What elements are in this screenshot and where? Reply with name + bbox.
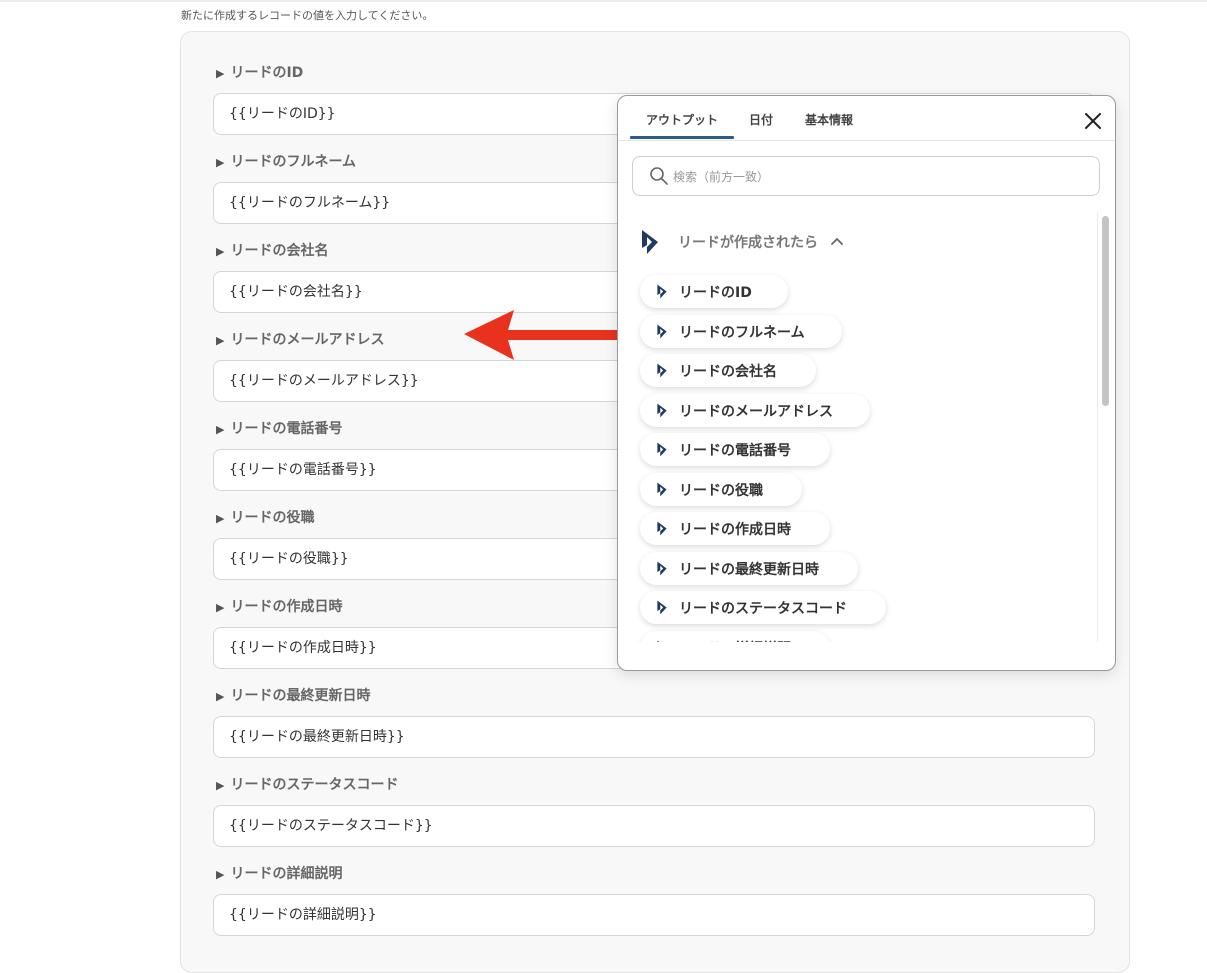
expand-triangle-icon: ▶	[216, 690, 225, 703]
field-input[interactable]: {{リードの最終更新日時}}	[213, 716, 1095, 758]
output-list: リードが作成されたら リードのID リードのフルネーム リードの会社名リードのメール…	[618, 206, 1098, 642]
output-chip[interactable]: リードのメールアドレス	[640, 393, 870, 427]
field-label[interactable]: ▶ リードの作成日時	[216, 597, 342, 617]
dynamics-logo-icon	[657, 561, 667, 575]
field-label[interactable]: ▶ リードの役職	[216, 508, 314, 528]
search-icon	[650, 167, 668, 185]
field-label[interactable]: ▶ リードのメールアドレス	[216, 330, 384, 350]
expand-triangle-icon: ▶	[216, 779, 225, 792]
field-label-text: リードの詳細説明	[230, 866, 343, 882]
output-chip[interactable]: リードの作成日時	[640, 512, 830, 545]
expand-triangle-icon: ▶	[216, 245, 225, 258]
top-divider	[0, 0, 1207, 2]
output-chip-label: リードのID	[679, 285, 752, 301]
field-label-text: リードの役職	[230, 510, 315, 526]
output-chip-label: リードのフルネーム	[679, 324, 805, 341]
output-chip-label: リードの役職	[679, 482, 763, 499]
expand-triangle-icon: ▶	[216, 512, 225, 525]
tab-date[interactable]: 日付	[749, 111, 773, 128]
field-label-text: リードの作成日時	[230, 599, 343, 615]
close-button[interactable]	[1081, 109, 1105, 133]
dynamics-logo-icon	[657, 403, 667, 417]
active-tab-indicator	[630, 136, 734, 139]
output-chip[interactable]: リードのステータスコード	[640, 591, 886, 624]
dynamics-logo-icon	[657, 482, 667, 496]
field-label[interactable]: ▶ リードのID	[216, 63, 303, 83]
expand-triangle-icon: ▶	[216, 334, 225, 347]
field-label-text: リードの電話番号	[230, 421, 343, 437]
field-label-text: リードの会社名	[230, 243, 329, 259]
scrollbar-thumb[interactable]	[1102, 216, 1109, 406]
dynamics-logo-icon	[657, 640, 660, 642]
output-chip-label: リードの最終更新日時	[679, 561, 819, 578]
popover-tabs: アウトプット 日付 基本情報	[618, 96, 1115, 141]
field-label[interactable]: ▶ リードのフルネーム	[216, 152, 356, 172]
output-chip-label: リードの電話番号	[679, 443, 791, 459]
tab-basic-info[interactable]: 基本情報	[805, 111, 853, 128]
field-label-text: リードのメールアドレス	[230, 332, 385, 348]
group-label: リードが作成されたら	[678, 235, 818, 251]
expand-triangle-icon: ▶	[216, 156, 225, 169]
output-chip[interactable]: リードの役職	[640, 472, 802, 506]
output-chip[interactable]: リードのフルネーム	[640, 314, 842, 348]
output-chip-label: リードの詳細説明	[679, 638, 791, 643]
output-chip-label: リードの作成日時	[679, 522, 791, 538]
field-label-text: リードのステータスコード	[230, 777, 399, 793]
output-chip[interactable]: リードのID	[640, 275, 788, 308]
expand-triangle-icon: ▶	[216, 67, 225, 80]
field-label-text: リードのID	[230, 65, 304, 81]
field-label[interactable]: ▶ リードのステータスコード	[216, 775, 398, 795]
output-chip-label: リードの会社名	[679, 364, 777, 380]
dynamics-logo-icon	[657, 600, 667, 615]
expand-triangle-icon: ▶	[216, 868, 225, 881]
dynamics-logo-icon	[657, 442, 667, 457]
field-input[interactable]: {{リードのステータスコード}}	[213, 805, 1095, 847]
output-chip[interactable]: リードの詳細説明	[640, 630, 830, 643]
search-input[interactable]	[671, 165, 1075, 189]
red-arrow-icon	[464, 310, 624, 360]
chevron-up-icon[interactable]	[830, 234, 844, 248]
dynamics-logo-icon	[657, 284, 667, 299]
output-chip[interactable]: リードの電話番号	[640, 433, 830, 466]
field-label[interactable]: ▶ リードの最終更新日時	[216, 686, 370, 706]
output-picker-popover: アウトプット 日付 基本情報 リードが作成されたら リードのID リードのフルネー…	[617, 95, 1116, 671]
field-label-text: リードの最終更新日時	[230, 688, 371, 704]
expand-triangle-icon: ▶	[216, 423, 225, 436]
dynamics-logo-icon	[642, 230, 658, 254]
dynamics-logo-icon	[657, 521, 667, 536]
output-chip[interactable]: リードの会社名	[640, 354, 816, 387]
field-label[interactable]: ▶ リードの電話番号	[216, 419, 342, 439]
expand-triangle-icon: ▶	[216, 601, 225, 614]
field-label[interactable]: ▶ リードの詳細説明	[216, 864, 342, 884]
dynamics-logo-icon	[657, 363, 667, 378]
output-chip-label: リードのステータスコード	[679, 601, 847, 617]
field-input[interactable]: {{リードの詳細説明}}	[213, 894, 1095, 936]
intro-text: 新たに作成するレコードの値を入力してください。	[181, 9, 434, 22]
search-box	[632, 156, 1100, 196]
tab-output[interactable]: アウトプット	[646, 111, 718, 128]
close-icon	[1085, 113, 1101, 129]
field-label-text: リードのフルネーム	[230, 154, 357, 170]
dynamics-logo-icon	[657, 324, 667, 338]
output-chip-label: リードのメールアドレス	[679, 403, 833, 420]
output-chip[interactable]: リードの最終更新日時	[640, 551, 858, 585]
field-label[interactable]: ▶ リードの会社名	[216, 241, 328, 261]
